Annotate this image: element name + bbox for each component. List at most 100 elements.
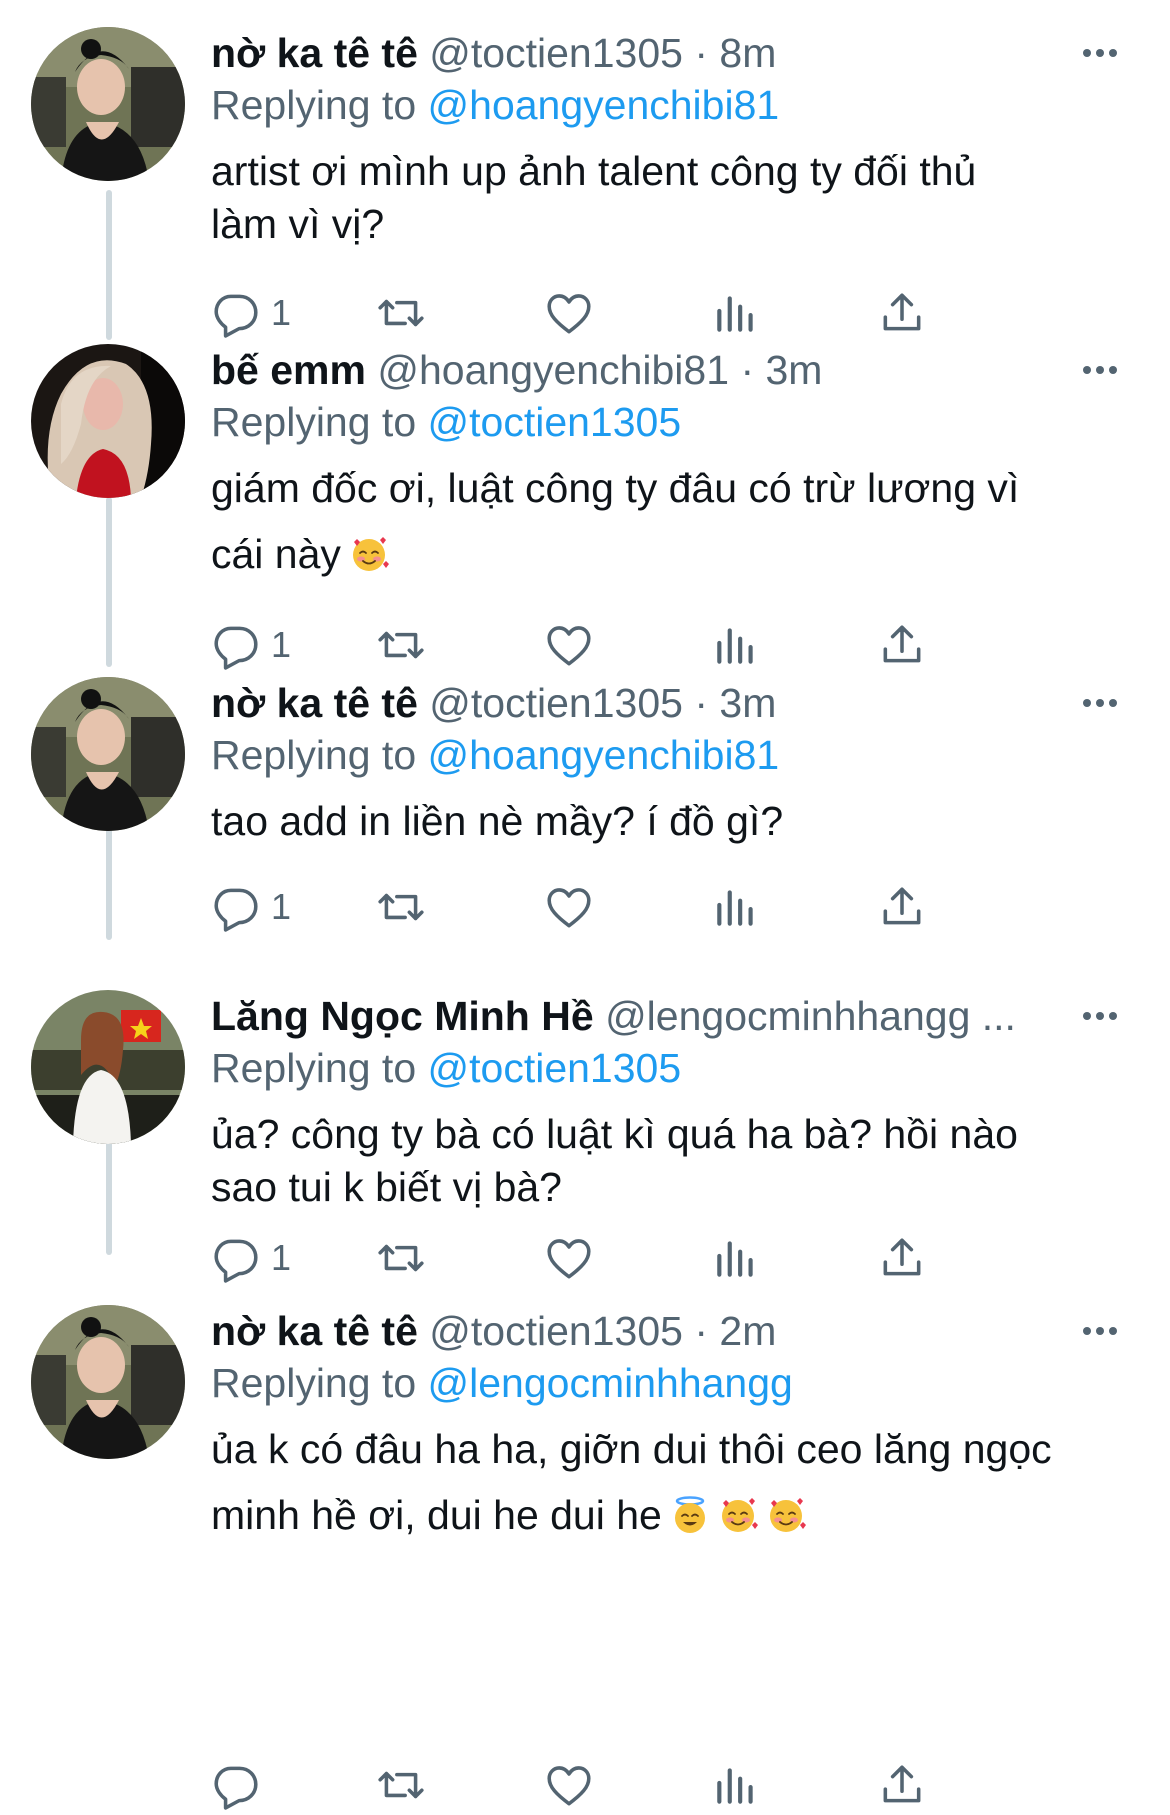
retweet-button[interactable] bbox=[376, 1755, 426, 1815]
replying-to: Replying to @lengocminhhangg bbox=[211, 1358, 793, 1408]
more-icon[interactable] bbox=[1076, 28, 1124, 78]
replying-to: Replying to @hoangyenchibi81 bbox=[211, 80, 779, 130]
display-name[interactable]: nờ ka tê tê bbox=[211, 30, 418, 76]
views-button[interactable] bbox=[711, 877, 761, 937]
views-icon bbox=[717, 1768, 753, 1804]
tweet-text: ủa k có đâu ha ha, giỡn dui thôi ceo lăn… bbox=[211, 1416, 1131, 1548]
username[interactable]: @toctien1305 bbox=[429, 30, 683, 76]
replying-to-label: Replying to bbox=[211, 82, 428, 128]
retweet-icon bbox=[378, 1244, 424, 1272]
share-icon bbox=[883, 887, 921, 925]
replying-to: Replying to @hoangyenchibi81 bbox=[211, 730, 779, 780]
action-bar bbox=[211, 1755, 1131, 1815]
replying-to: Replying to @toctien1305 bbox=[211, 397, 681, 447]
timestamp[interactable]: 8m bbox=[719, 30, 776, 76]
username[interactable]: @toctien1305 bbox=[429, 1308, 683, 1354]
smiling-face-with-hearts-icon bbox=[352, 537, 389, 571]
tweet[interactable]: nờ ka tê tê @toctien1305 · 8m Replying t… bbox=[0, 0, 1170, 338]
timestamp[interactable]: 3m bbox=[766, 347, 823, 393]
reply-icon bbox=[214, 1766, 258, 1810]
avatar[interactable] bbox=[31, 677, 185, 831]
tweet-text-content: ủa? công ty bà có luật kì quá ha bà? hồi… bbox=[211, 1111, 1018, 1210]
reply-count: 1 bbox=[271, 886, 292, 927]
share-icon bbox=[883, 1765, 921, 1803]
views-button[interactable] bbox=[711, 1755, 761, 1815]
replying-to-link[interactable]: @toctien1305 bbox=[428, 1045, 682, 1091]
tweet-text: giám đốc ơi, luật công ty đâu có trừ lươ… bbox=[211, 455, 1131, 587]
avatar-image bbox=[31, 677, 185, 831]
reply-count: 1 bbox=[271, 1237, 292, 1278]
tweet-text: artist ơi mình up ảnh talent công ty đối… bbox=[211, 145, 1131, 251]
avatar[interactable] bbox=[31, 27, 185, 181]
heart-icon bbox=[547, 888, 591, 928]
tweet-header: Lăng Ngọc Minh Hề @lengocminhhangg ... bbox=[211, 991, 1130, 1041]
tweet-header: nờ ka tê tê @toctien1305 · 8m bbox=[211, 28, 1130, 78]
avatar-image bbox=[31, 1305, 185, 1459]
tweet-text: tao add in liền nè mầy? í đồ gì? bbox=[211, 795, 1131, 848]
avatar[interactable] bbox=[31, 990, 185, 1144]
heart-icon bbox=[547, 1766, 591, 1806]
timestamp[interactable]: 3m bbox=[719, 680, 776, 726]
smiling-face-with-hearts-icon bbox=[769, 1498, 806, 1532]
smiling-face-with-hearts-icon bbox=[721, 1498, 758, 1532]
more-icon[interactable] bbox=[1076, 678, 1124, 728]
tweet-header: nờ ka tê tê @toctien1305 · 2m bbox=[211, 1306, 1130, 1356]
replying-to-label: Replying to bbox=[211, 732, 428, 778]
replying-to-label: Replying to bbox=[211, 399, 428, 445]
avatar[interactable] bbox=[31, 344, 185, 498]
avatar-image bbox=[31, 990, 185, 1144]
tweet-header: nờ ka tê tê @toctien1305 · 3m bbox=[211, 678, 1130, 728]
tweet[interactable]: bế emm @hoangyenchibi81 · 3m Replying to… bbox=[0, 317, 1170, 670]
reply-button[interactable]: 1 bbox=[211, 877, 291, 937]
retweet-icon bbox=[378, 1771, 424, 1799]
avatar-image bbox=[31, 27, 185, 181]
display-name[interactable]: nờ ka tê tê bbox=[211, 680, 418, 726]
action-bar: 1 bbox=[211, 877, 1131, 937]
more-icon[interactable] bbox=[1076, 991, 1124, 1041]
reply-button[interactable] bbox=[211, 1755, 271, 1815]
replying-to-link[interactable]: @lengocminhhangg bbox=[428, 1360, 793, 1406]
tweet-text: ủa? công ty bà có luật kì quá ha bà? hồi… bbox=[211, 1108, 1131, 1214]
replying-to-label: Replying to bbox=[211, 1045, 428, 1091]
views-icon bbox=[717, 890, 753, 926]
replying-to-link[interactable]: @toctien1305 bbox=[428, 399, 682, 445]
tweet[interactable]: Lăng Ngọc Minh Hề @lengocminhhangg ... R… bbox=[0, 963, 1170, 1293]
reply-icon bbox=[214, 888, 258, 932]
retweet-button[interactable] bbox=[376, 877, 426, 937]
time-separator: · bbox=[740, 347, 755, 393]
retweet-icon bbox=[378, 893, 424, 921]
views-icon bbox=[717, 1241, 753, 1277]
display-name[interactable]: bế emm bbox=[211, 347, 366, 393]
username[interactable]: @toctien1305 bbox=[429, 680, 683, 726]
replying-to-link[interactable]: @hoangyenchibi81 bbox=[428, 82, 780, 128]
avatar-image bbox=[31, 344, 185, 498]
tweet-text-content: tao add in liền nè mầy? í đồ gì? bbox=[211, 798, 784, 844]
smiling-face-with-halo-icon bbox=[674, 1496, 705, 1533]
time-separator: · bbox=[694, 1308, 708, 1354]
timestamp[interactable]: 2m bbox=[719, 1308, 776, 1354]
replying-to: Replying to @toctien1305 bbox=[211, 1043, 681, 1093]
heart-icon bbox=[547, 1239, 591, 1279]
more-icon[interactable] bbox=[1076, 345, 1124, 395]
username[interactable]: @hoangyenchibi81 bbox=[377, 347, 729, 393]
tweet[interactable]: nờ ka tê tê @toctien1305 · 3m Replying t… bbox=[0, 650, 1170, 932]
replying-to-link[interactable]: @hoangyenchibi81 bbox=[428, 732, 780, 778]
username[interactable]: @lengocminhhangg ... bbox=[605, 993, 1016, 1039]
tweet-text-content: ủa k có đâu ha ha, giỡn dui thôi ceo lăn… bbox=[211, 1426, 1052, 1538]
tweet-text-content: artist ơi mình up ảnh talent công ty đối… bbox=[211, 148, 977, 247]
share-button[interactable] bbox=[877, 1755, 927, 1815]
display-name[interactable]: nờ ka tê tê bbox=[211, 1308, 418, 1354]
display-name[interactable]: Lăng Ngọc Minh Hề bbox=[211, 993, 594, 1039]
like-button[interactable] bbox=[544, 877, 594, 937]
share-button[interactable] bbox=[877, 877, 927, 937]
more-icon[interactable] bbox=[1076, 1306, 1124, 1356]
avatar[interactable] bbox=[31, 1305, 185, 1459]
tweet-header: bế emm @hoangyenchibi81 · 3m bbox=[211, 345, 1130, 395]
like-button[interactable] bbox=[544, 1755, 594, 1815]
tweet-text-content: giám đốc ơi, luật công ty đâu có trừ lươ… bbox=[211, 465, 1020, 577]
time-separator: · bbox=[694, 680, 708, 726]
reply-icon bbox=[214, 1239, 258, 1283]
share-icon bbox=[883, 1238, 921, 1276]
replying-to-label: Replying to bbox=[211, 1360, 428, 1406]
tweet[interactable]: nờ ka tê tê @toctien1305 · 2m Replying t… bbox=[0, 1278, 1170, 1810]
